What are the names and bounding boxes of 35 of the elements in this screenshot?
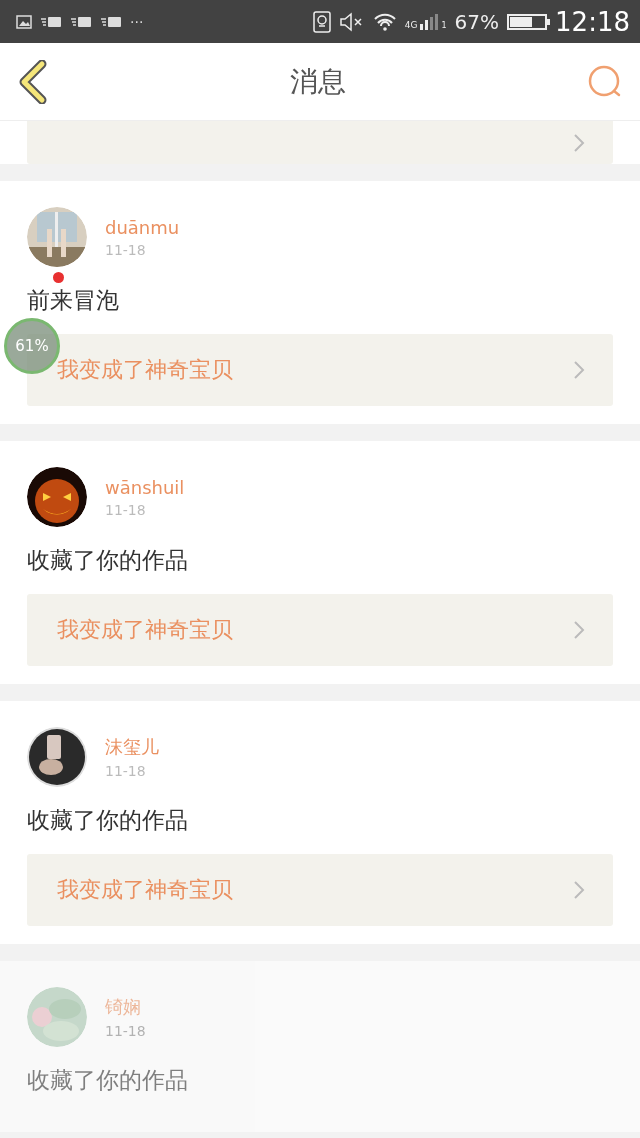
battery-icon <box>507 13 548 30</box>
unread-dot <box>53 272 64 283</box>
page-title: 消息 <box>289 63 346 100</box>
message-text: 收藏了你的作品 <box>27 806 188 835</box>
more-notifications: ··· <box>130 13 144 30</box>
message-text: 前来冒泡 <box>27 286 119 315</box>
chevron-icon <box>573 132 585 153</box>
message-text: 收藏了你的作品 <box>27 546 188 575</box>
clock: 12:18 <box>555 6 630 37</box>
message-date: 11-18 <box>105 501 146 518</box>
notification-icon <box>40 15 62 28</box>
message-date: 11-18 <box>105 1023 146 1039</box>
location-icon <box>312 10 331 33</box>
signal-icon <box>418 13 441 30</box>
link-card[interactable]: 我变成了神奇宝贝 <box>27 854 613 926</box>
user-name[interactable]: 锜娴 <box>105 995 141 1019</box>
network-type: 4G <box>404 19 418 30</box>
chevron-icon <box>573 620 585 640</box>
sim-number: 1 <box>441 20 447 30</box>
notification-icon <box>100 15 122 28</box>
back-icon[interactable] <box>18 59 48 104</box>
notification-icon <box>70 15 92 28</box>
user-name[interactable]: duānmu <box>105 216 180 238</box>
user-name[interactable]: 沫玺儿 <box>105 735 159 759</box>
chevron-icon <box>573 880 585 900</box>
wifi-icon <box>372 12 397 31</box>
message-date: 11-18 <box>105 763 146 779</box>
link-card[interactable]: 我变成了神奇宝贝 <box>27 594 613 666</box>
mute-icon <box>338 11 365 32</box>
message-date: 11-18 <box>105 241 146 258</box>
battery-percent: 67% <box>454 9 500 34</box>
user-name[interactable]: wānshuil <box>105 476 185 498</box>
image-icon <box>16 14 32 29</box>
message-text: 收藏了你的作品 <box>27 1066 188 1095</box>
chevron-icon <box>573 360 585 380</box>
